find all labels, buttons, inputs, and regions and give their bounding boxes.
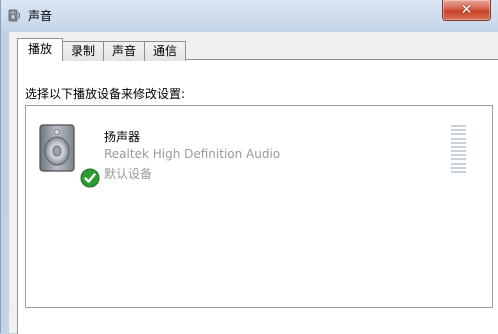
- sound-dialog-window: 声音 ✕ 播放 录制 声音 通信 选择以下播放设备来修改设置: 扬声器 Real…: [0, 0, 498, 334]
- level-meter-segment: [451, 170, 466, 173]
- level-meter-segment: [451, 166, 466, 169]
- playback-device-list[interactable]: 扬声器 Realtek High Definition Audio 默认设备: [25, 105, 493, 308]
- level-meter-segment: [451, 129, 466, 132]
- title-bar[interactable]: 声音 ✕: [1, 0, 498, 32]
- device-name: 扬声器: [104, 130, 141, 144]
- green-check-icon: [80, 168, 100, 188]
- volume-level-meter: [451, 125, 466, 173]
- level-meter-segment: [451, 158, 466, 161]
- dialog-client-area: 播放 录制 声音 通信 选择以下播放设备来修改设置: 扬声器 Realtek H…: [9, 32, 498, 334]
- level-meter-segment: [451, 137, 466, 140]
- device-description: Realtek High Definition Audio: [104, 147, 281, 161]
- tab-strip: 播放 录制 声音 通信: [17, 38, 187, 61]
- sound-app-icon: [8, 9, 20, 22]
- level-meter-segment: [451, 150, 466, 153]
- close-icon: ✕: [460, 2, 473, 18]
- tab-sounds[interactable]: 声音: [103, 41, 146, 61]
- tab-playback[interactable]: 播放: [17, 38, 64, 61]
- level-meter-segment: [451, 141, 466, 144]
- tab-recording[interactable]: 录制: [62, 41, 105, 61]
- level-meter-segment: [451, 145, 466, 148]
- device-status: 默认设备: [104, 167, 153, 181]
- playback-instruction: 选择以下播放设备来修改设置:: [25, 87, 186, 101]
- level-meter-segment: [451, 125, 466, 127]
- level-meter-segment: [451, 133, 466, 136]
- close-button[interactable]: ✕: [442, 0, 491, 21]
- window-title: 声音: [28, 9, 53, 23]
- device-item-speakers[interactable]: 扬声器 Realtek High Definition Audio 默认设备: [26, 114, 490, 188]
- level-meter-segment: [451, 154, 466, 157]
- level-meter-segment: [451, 162, 466, 165]
- tab-communications[interactable]: 通信: [144, 41, 187, 61]
